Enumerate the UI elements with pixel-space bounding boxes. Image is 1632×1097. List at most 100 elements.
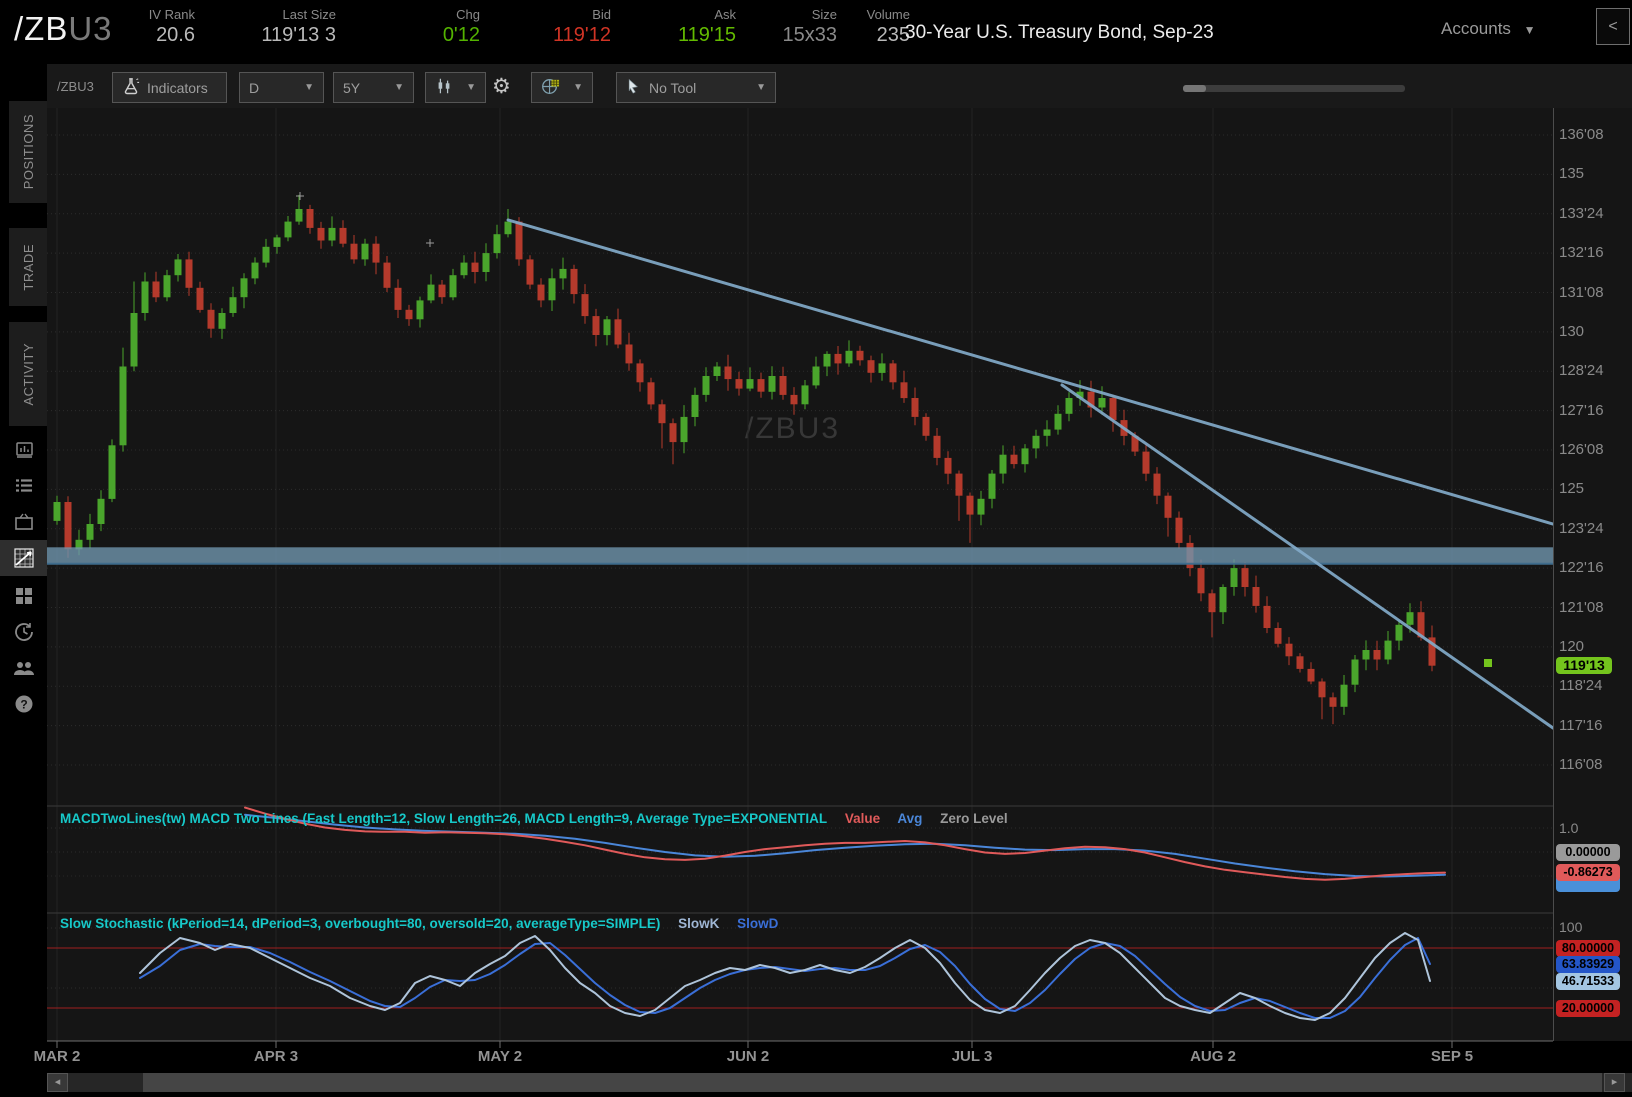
accounts-dropdown[interactable]: Accounts ▼ (1441, 19, 1536, 39)
arrow-left-icon: ◂ (54, 1076, 61, 1088)
macd-value-badge: -0.86273 (1556, 864, 1620, 882)
chart-zoom-slider-thumb[interactable] (1183, 85, 1206, 92)
timeframe-dropdown[interactable]: D ▼ (239, 72, 324, 103)
scroll-right-button[interactable]: ▸ (1604, 1073, 1625, 1092)
stoch-oversold-badge: 20.00000 (1556, 999, 1620, 1017)
field-value-iv-rank: 20.6 (156, 24, 195, 46)
macd-scale-top-label: 1.0 (1559, 820, 1579, 836)
field-label-size: Size (811, 7, 837, 22)
chevron-down-icon: ▼ (466, 82, 476, 93)
price-tick-label: 135 (1559, 165, 1585, 183)
price-tick-label: 127'16 (1559, 401, 1604, 419)
chart-type-dropdown[interactable]: ▼ (425, 72, 486, 103)
chart-zoom-slider[interactable] (1183, 85, 1405, 92)
sidebar-tab-trade[interactable]: TRADE (9, 228, 47, 306)
grid-squares-icon[interactable] (0, 578, 47, 614)
slowd-legend: SlowD (737, 916, 779, 931)
chart-grid-icon[interactable] (0, 540, 47, 576)
instrument-description: 30-Year U.S. Treasury Bond, Sep-23 (905, 22, 1214, 43)
macd-study-label[interactable]: MACDTwoLines(tw) MACD Two Lines (Fast Le… (60, 811, 1008, 826)
field-label-chg: Chg (456, 7, 480, 22)
chevron-down-icon: ▼ (756, 82, 766, 93)
price-tick-label: 130 (1559, 322, 1585, 340)
chevron-down-icon: ▼ (394, 82, 404, 93)
quote-header: /ZBU3 IV Rank 20.6 Last Size 119'13 3 Ch… (0, 0, 1632, 64)
price-axis-border (1553, 108, 1554, 1041)
chevron-left-icon: < (1608, 18, 1618, 35)
chart-canvas[interactable] (47, 108, 1553, 1048)
scrollbar-thumb[interactable] (143, 1073, 1602, 1092)
price-tick-label: 131'08 (1559, 283, 1604, 301)
time-tick-label: MAR 2 (33, 1048, 81, 1065)
stoch-scale-top-label: 100 (1559, 919, 1583, 935)
price-tick-label: 121'08 (1559, 598, 1604, 616)
people-icon[interactable] (0, 650, 47, 686)
time-tick-label: JUL 3 (951, 1048, 993, 1065)
stoch-slowk-badge: 46.71533 (1556, 972, 1620, 990)
sidebar-tab-positions[interactable]: POSITIONS (9, 101, 47, 203)
stochastic-study-label[interactable]: Slow Stochastic (kPeriod=14, dPeriod=3, … (60, 916, 778, 931)
chart-toolbar: /ZBU3 Indicators D ▼ 5Y ▼ ▼ ⚙ ▼ No Tool … (47, 64, 1632, 108)
cursor-arrow-icon (626, 78, 642, 97)
price-tick-label: 123'24 (1559, 519, 1604, 537)
stoch-slowd-badge: 63.83929 (1556, 955, 1620, 973)
arrow-right-icon: ▸ (1611, 1076, 1618, 1088)
sidebar-tab-activity[interactable]: ACTIVITY (9, 322, 47, 426)
list-icon[interactable] (0, 468, 47, 504)
field-value-bid: 119'12 (553, 24, 611, 46)
time-tick-label: MAY 2 (477, 1048, 523, 1065)
field-value-volume: 235 (876, 24, 910, 46)
price-tick-label: 116'08 (1559, 756, 1603, 773)
toolbar-symbol-label: /ZBU3 (57, 79, 94, 94)
candlestick-chart-icon (435, 77, 453, 98)
price-tick-label: 120 (1559, 637, 1585, 655)
price-tick-label: 122'16 (1559, 559, 1604, 577)
globe-grid-icon (541, 77, 560, 99)
price-tick-label: 126'08 (1559, 441, 1604, 458)
field-label-volume: Volume (866, 7, 910, 22)
time-tick-label: AUG 2 (1190, 1048, 1236, 1065)
field-label-bid: Bid (592, 7, 611, 22)
trading-app-window: /ZBU3 IV Rank 20.6 Last Size 119'13 3 Ch… (0, 0, 1632, 1097)
chevron-down-icon: ▼ (573, 82, 583, 93)
price-tick-label: 132'16 (1559, 244, 1604, 262)
beaker-icon (122, 77, 140, 98)
price-tick-label: 118'24 (1559, 677, 1603, 695)
grid-layout-dropdown[interactable]: ▼ (531, 72, 593, 103)
field-value-last-size: 119'13 3 (261, 24, 336, 46)
time-tick-label: APR 3 (253, 1048, 299, 1065)
field-label-last-size: Last Size (282, 7, 336, 22)
range-dropdown[interactable]: 5Y ▼ (333, 72, 414, 103)
field-value-chg: 0'12 (442, 24, 480, 46)
collapse-panel-button[interactable]: < (1596, 8, 1630, 45)
help-icon[interactable]: ? (0, 686, 47, 722)
time-tick-label: JUN 2 (726, 1048, 770, 1065)
last-price-badge: 119'13 (1556, 657, 1612, 675)
stoch-overbought-badge: 80.00000 (1556, 939, 1620, 957)
price-tick-label: 136'08 (1559, 126, 1604, 143)
chevron-down-icon: ▼ (304, 82, 314, 93)
macd-zero-legend: Zero Level (940, 811, 1008, 826)
chart-settings-button[interactable]: ⚙ (492, 74, 511, 99)
macd-avg-legend: Avg (897, 811, 923, 826)
price-tick-label: 125 (1559, 480, 1585, 498)
svg-text:?: ? (20, 698, 27, 712)
indicators-button[interactable]: Indicators (112, 72, 227, 103)
macd-value-legend: Value (844, 811, 881, 826)
left-sidebar: POSITIONS TRADE ACTIVITY ? (0, 64, 47, 1097)
slowk-legend: SlowK (678, 916, 720, 931)
tv-icon[interactable] (0, 504, 47, 540)
price-tick-label: 128'24 (1559, 362, 1604, 380)
drawing-tool-dropdown[interactable]: No Tool ▼ (616, 72, 776, 103)
price-tick-label: 133'24 (1559, 204, 1604, 222)
chevron-down-icon: ▼ (1523, 23, 1536, 37)
macd-zero-badge: 0.00000 (1556, 843, 1620, 861)
field-label-iv-rank: IV Rank (148, 7, 195, 22)
history-clock-icon[interactable] (0, 614, 47, 650)
field-label-ask: Ask (714, 7, 736, 22)
horizontal-scrollbar[interactable]: ◂ ▸ (47, 1073, 1632, 1092)
report-book-icon[interactable] (0, 432, 47, 468)
price-tick-label: 117'16 (1559, 716, 1603, 734)
scroll-left-button[interactable]: ◂ (47, 1073, 68, 1092)
field-value-ask: 119'15 (678, 24, 736, 46)
